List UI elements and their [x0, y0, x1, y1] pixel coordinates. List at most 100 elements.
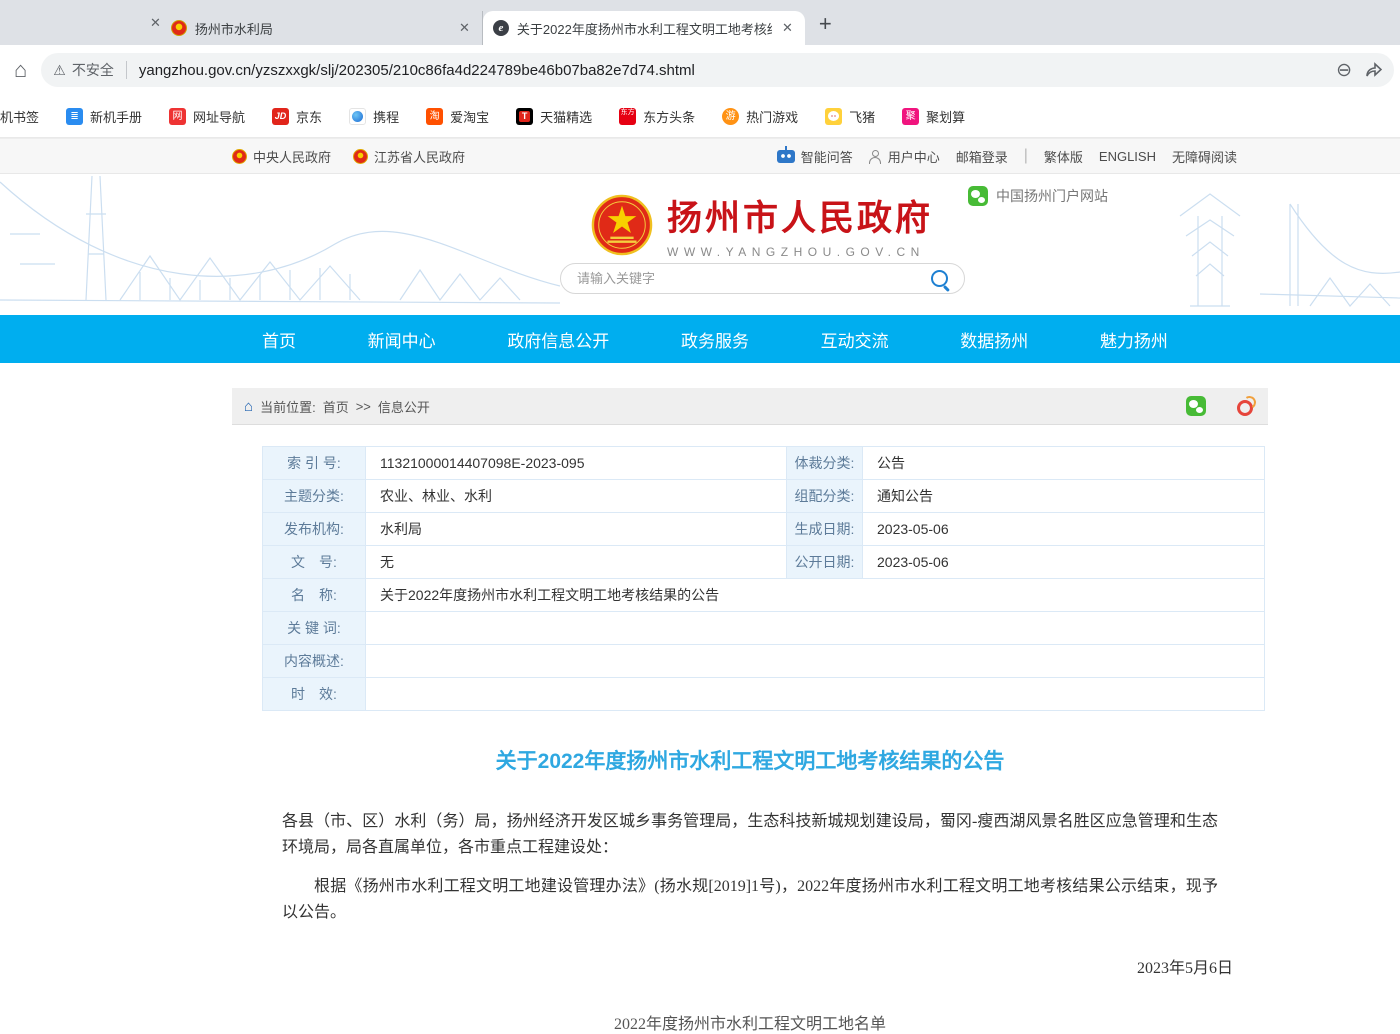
mail-login-link[interactable]: 邮箱登录 — [956, 147, 1008, 166]
smart-qa-link[interactable]: 智能问答 — [777, 147, 853, 166]
nav-item-services[interactable]: 政务服务 — [681, 327, 749, 352]
robot-icon — [777, 150, 795, 163]
bookmark-item[interactable]: 聚 聚划算 — [902, 107, 965, 126]
bookmark-label: 热门游戏 — [746, 107, 798, 126]
tmall-icon: T — [516, 108, 533, 125]
meta-label: 组配分类: — [786, 480, 863, 512]
table-row: 关 键 词: — [263, 612, 1264, 645]
tab-announcement-active[interactable]: e 关于2022年度扬州市水利工程文明工地考核结果的公告 ✕ — [483, 11, 805, 45]
nav-item-charm[interactable]: 魅力扬州 — [1100, 327, 1168, 352]
meta-label: 时 效: — [263, 678, 366, 710]
bookmarks-bar: 机书签 ≣ 新机手册 网 网址导航 JD 京东 携程 淘 爱淘宝 T 天猫精选 … — [0, 95, 1400, 138]
bookmark-item[interactable]: 飞猪 — [825, 107, 875, 126]
nav-item-info-disclosure[interactable]: 政府信息公开 — [507, 327, 609, 352]
meta-label: 文 号: — [263, 546, 366, 578]
traditional-link[interactable]: 繁体版 — [1044, 147, 1083, 166]
gov-emblem-icon — [353, 149, 368, 164]
meta-label: 内容概述: — [263, 645, 366, 677]
bookmark-item[interactable]: 机书签 — [0, 107, 39, 126]
pagoda-art — [1100, 174, 1400, 315]
url-text[interactable]: yangzhou.gov.cn/yzszxxgk/slj/202305/210c… — [139, 62, 1324, 79]
address-bar[interactable]: ⚠ 不安全 yangzhou.gov.cn/yzszxxgk/slj/20230… — [41, 53, 1394, 87]
gov-links-bar: 中央人民政府 江苏省人民政府 智能问答 用户中心 邮箱登录 | 繁体版 ENGL… — [0, 138, 1400, 174]
meta-label: 主题分类: — [263, 480, 366, 512]
games-icon: 游 — [722, 108, 739, 125]
not-secure-label[interactable]: 不安全 — [72, 60, 114, 80]
jiangsu-gov-link[interactable]: 江苏省人民政府 — [353, 147, 465, 166]
wechat-share-icon[interactable] — [1186, 396, 1206, 416]
bookmark-item[interactable]: T 天猫精选 — [516, 107, 592, 126]
close-icon[interactable]: ✕ — [457, 20, 472, 36]
bookmark-label: 聚划算 — [926, 107, 965, 126]
national-emblem-icon — [591, 194, 653, 256]
breadcrumb-current[interactable]: 信息公开 — [378, 397, 430, 416]
table-row: 发布机构: 水利局 生成日期: 2023-05-06 — [263, 513, 1264, 546]
gov-emblem-favicon — [171, 20, 187, 36]
nav-site-icon: 网 — [169, 108, 186, 125]
new-tab-button[interactable]: + — [819, 11, 832, 37]
portal-label: 中国扬州门户网站 — [996, 186, 1108, 206]
bookmark-label: 飞猪 — [849, 107, 875, 126]
table-row: 索 引 号: 11321000014407098E-2023-095 体裁分类:… — [263, 447, 1264, 480]
article-title: 关于2022年度扬州市水利工程文明工地考核结果的公告 — [232, 745, 1268, 775]
meta-value-title: 关于2022年度扬州市水利工程文明工地考核结果的公告 — [366, 579, 1264, 611]
home-icon[interactable]: ⌂ — [14, 57, 27, 83]
zoom-out-icon[interactable]: ⊖ — [1336, 59, 1352, 82]
search-icon[interactable] — [931, 270, 948, 287]
user-center-link[interactable]: 用户中心 — [869, 147, 940, 166]
meta-label: 体裁分类: — [786, 447, 863, 479]
site-header: 扬州市人民政府 WWW.YANGZHOU.GOV.CN 中国扬州门户网站 — [0, 174, 1400, 315]
wechat-icon — [968, 186, 988, 206]
main-nav: 首页 新闻中心 政府信息公开 政务服务 互动交流 数据扬州 魅力扬州 — [0, 315, 1400, 363]
meta-value-doc-number: 无 — [366, 546, 786, 578]
english-link[interactable]: ENGLISH — [1099, 149, 1156, 164]
site-url-label: WWW.YANGZHOU.GOV.CN — [667, 245, 933, 259]
nav-item-data[interactable]: 数据扬州 — [960, 327, 1028, 352]
site-logo[interactable]: 扬州市人民政府 WWW.YANGZHOU.GOV.CN — [591, 190, 933, 259]
close-icon[interactable]: ✕ — [780, 20, 795, 36]
jd-icon: JD — [272, 108, 289, 125]
gov-emblem-icon — [232, 149, 247, 164]
juhuasuan-icon: 聚 — [902, 108, 919, 125]
bridge-art — [0, 174, 560, 315]
bookmark-item[interactable]: 东方 东方头条 — [619, 107, 695, 126]
bookmark-item[interactable]: ≣ 新机手册 — [66, 107, 142, 126]
table-row: 文 号: 无 公开日期: 2023-05-06 — [263, 546, 1264, 579]
bookmark-item[interactable]: 淘 爱淘宝 — [426, 107, 489, 126]
tab-shuiliju[interactable]: 扬州市水利局 ✕ — [161, 11, 483, 45]
bookmark-item[interactable]: 网 网址导航 — [169, 107, 245, 126]
article: 关于2022年度扬州市水利工程文明工地考核结果的公告 各县（市、区）水利（务）局… — [232, 710, 1268, 1034]
browser-tab-strip: ✕ 扬州市水利局 ✕ e 关于2022年度扬州市水利工程文明工地考核结果的公告 … — [0, 0, 1400, 45]
ctrip-dolphin-icon — [349, 108, 366, 125]
article-date: 2023年5月6日 — [232, 954, 1233, 978]
smart-qa-label: 智能问答 — [801, 147, 853, 166]
table-row: 主题分类: 农业、林业、水利 组配分类: 通知公告 — [263, 480, 1264, 513]
bookmark-label: 爱淘宝 — [450, 107, 489, 126]
meta-label: 索 引 号: — [263, 447, 366, 479]
breadcrumb-home-link[interactable]: 首页 — [323, 397, 349, 416]
nav-item-interaction[interactable]: 互动交流 — [821, 327, 889, 352]
user-icon — [869, 150, 882, 163]
bookmark-label: 新机手册 — [90, 107, 142, 126]
meta-label: 生成日期: — [786, 513, 863, 545]
meta-value-agency: 水利局 — [366, 513, 786, 545]
article-paragraph: 各县（市、区）水利（务）局，扬州经济开发区城乡事务管理局，生态科技新城规划建设局… — [282, 809, 1218, 861]
meta-value-genre: 公告 — [863, 447, 1264, 479]
bookmark-item[interactable]: 携程 — [349, 107, 399, 126]
nav-item-home[interactable]: 首页 — [262, 327, 296, 352]
accessibility-link[interactable]: 无障碍阅读 — [1172, 147, 1237, 166]
share-icon[interactable] — [1364, 61, 1382, 79]
bookmark-item[interactable]: JD 京东 — [272, 107, 322, 126]
close-icon[interactable]: ✕ — [150, 15, 161, 31]
portal-label-group: 中国扬州门户网站 — [968, 186, 1108, 206]
bookmark-item[interactable]: 游 热门游戏 — [722, 107, 798, 126]
breadcrumb: ⌂ 当前位置: 首页 >> 信息公开 — [244, 397, 430, 416]
central-gov-link[interactable]: 中央人民政府 — [232, 147, 331, 166]
fliggy-pig-icon — [825, 108, 842, 125]
table-row: 内容概述: — [263, 645, 1264, 678]
bookmark-label: 携程 — [373, 107, 399, 126]
weibo-share-icon[interactable] — [1236, 396, 1256, 416]
nav-item-news[interactable]: 新闻中心 — [368, 327, 436, 352]
user-center-label: 用户中心 — [888, 147, 940, 166]
search-input[interactable] — [575, 270, 931, 287]
